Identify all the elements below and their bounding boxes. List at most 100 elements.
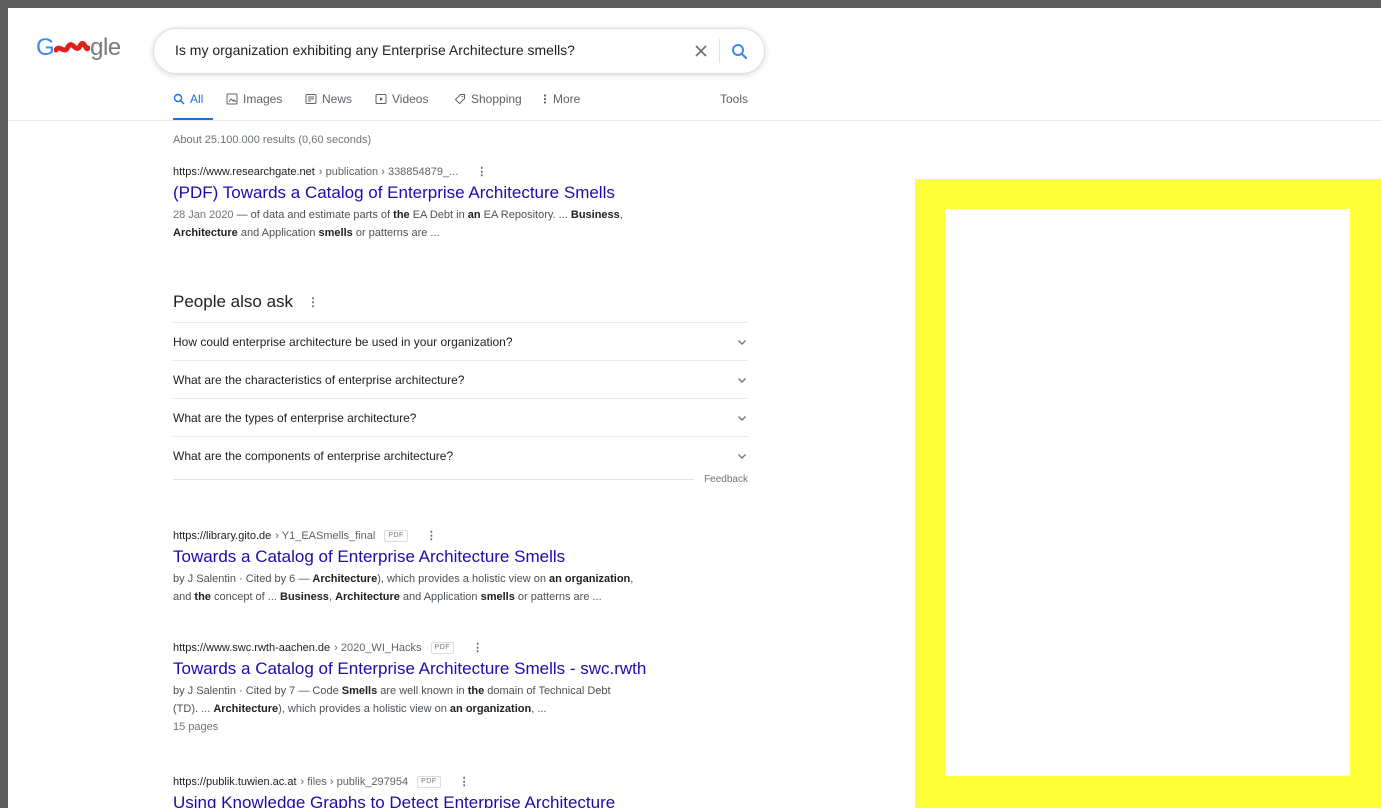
close-icon: [695, 45, 707, 57]
tab-more[interactable]: More: [542, 92, 580, 118]
clear-search-button[interactable]: [689, 39, 713, 63]
snippet-text: EA Debt in: [409, 209, 468, 221]
result-url[interactable]: https://www.swc.rwth-aachen.de › 2020_WI…: [173, 641, 733, 654]
blank-panel: [945, 209, 1350, 776]
pdf-badge: PDF: [417, 775, 441, 788]
result-domain: https://library.gito.de: [173, 529, 272, 542]
search-icon: [173, 93, 185, 105]
search-result: https://library.gito.de › Y1_EASmells_fi…: [173, 529, 733, 606]
paa-question-text: What are the characteristics of enterpri…: [173, 372, 465, 387]
result-path: › 2020_WI_Hacks: [334, 641, 422, 654]
snippet-bold: the: [194, 591, 211, 603]
pdf-badge: PDF: [430, 641, 455, 654]
paa-question[interactable]: How could enterprise architecture be use…: [173, 322, 748, 360]
result-url[interactable]: https://library.gito.de › Y1_EASmells_fi…: [173, 529, 733, 542]
search-input[interactable]: Is my organization exhibiting any Enterp…: [175, 42, 575, 58]
snippet-text: by J Salentin · Cited by 7 — Code: [173, 685, 342, 697]
more-options-icon[interactable]: ⋮: [307, 295, 319, 309]
snippet-text: and Application: [399, 591, 481, 603]
tab-label: Images: [243, 92, 283, 106]
google-logo[interactable]: Ggle: [36, 34, 121, 62]
search-result: https://www.researchgate.net › publicati…: [173, 165, 733, 242]
header-divider: [8, 120, 1381, 121]
snippet-text: domain of Technical Debt: [484, 685, 611, 697]
result-path: › publication › 338854879_...: [318, 165, 459, 178]
chevron-down-icon: [738, 377, 746, 383]
tab-all[interactable]: All: [173, 92, 213, 121]
result-title[interactable]: (PDF) Towards a Catalog of Enterprise Ar…: [173, 182, 733, 204]
result-domain: https://publik.tuwien.ac.at: [173, 775, 297, 788]
search-box[interactable]: Is my organization exhibiting any Enterp…: [153, 28, 765, 74]
result-title[interactable]: Towards a Catalog of Enterprise Architec…: [173, 546, 733, 568]
result-path: › files › publik_297954: [300, 775, 409, 788]
result-url[interactable]: https://publik.tuwien.ac.at › files › pu…: [173, 775, 733, 788]
more-options-icon[interactable]: ⋮: [472, 641, 483, 654]
snippet-bold: Business: [280, 591, 329, 603]
chevron-down-icon: [738, 415, 746, 421]
snippet-text: ), which provides a holistic view on: [278, 703, 450, 715]
page-count: 15 pages: [173, 721, 219, 733]
search-result: https://publik.tuwien.ac.at › files › pu…: [173, 775, 733, 808]
people-also-ask-heading: People also ask ⋮: [173, 292, 319, 312]
snippet-text: and: [173, 591, 195, 603]
tab-label: Shopping: [471, 92, 522, 106]
snippet-bold: smells: [318, 227, 353, 239]
search-icon: [732, 44, 748, 60]
snippet-bold: the: [467, 685, 485, 697]
tab-label: News: [322, 92, 353, 106]
snippet-text: ), which provides a holistic view on: [377, 573, 549, 585]
tab-news[interactable]: News: [305, 92, 352, 118]
tab-images[interactable]: Images: [226, 92, 282, 118]
people-also-ask: How could enterprise architecture be use…: [173, 322, 748, 474]
result-domain: https://www.swc.rwth-aachen.de: [173, 641, 331, 654]
feedback-link[interactable]: Feedback: [704, 474, 748, 485]
snippet-text: (TD). ...: [173, 703, 214, 715]
highlight-frame: [915, 179, 1381, 808]
result-date: 28 Jan 2020: [173, 209, 234, 221]
chevron-down-icon: [738, 453, 746, 459]
snippet-bold: Smells: [341, 685, 378, 697]
snippet-bold: Architecture: [335, 591, 400, 603]
result-snippet: by J Salentin · Cited by 7 — Code Smells…: [173, 682, 733, 736]
snippet-bold: an: [467, 209, 481, 221]
tab-label: More: [553, 92, 581, 106]
snippet-bold: the: [393, 209, 410, 221]
paa-question[interactable]: What are the components of enterprise ar…: [173, 436, 748, 474]
snippet-bold: Architecture: [312, 573, 378, 585]
feedback-divider: [173, 479, 695, 480]
result-title[interactable]: Towards a Catalog of Enterprise Architec…: [173, 658, 733, 680]
paa-title: People also ask: [173, 292, 294, 311]
snippet-text: ,: [619, 209, 623, 221]
paa-question[interactable]: What are the characteristics of enterpri…: [173, 360, 748, 398]
snippet-text: or patterns are ...: [352, 227, 440, 239]
snippet-bold: Architecture: [213, 703, 279, 715]
feedback-row: Feedback: [173, 474, 748, 485]
snippet-bold: Architecture: [173, 227, 238, 239]
result-url[interactable]: https://www.researchgate.net › publicati…: [173, 165, 733, 179]
snippet-text: by J Salentin · Cited by 6 —: [173, 573, 313, 585]
tab-videos[interactable]: Videos: [375, 92, 428, 118]
paa-question-text: How could enterprise architecture be use…: [173, 334, 513, 349]
more-options-icon[interactable]: ⋮: [426, 529, 437, 542]
tag-icon: [454, 94, 465, 105]
snippet-text: or patterns are ...: [514, 591, 602, 603]
image-icon: [226, 93, 238, 105]
paa-question[interactable]: What are the types of enterprise archite…: [173, 398, 748, 436]
snippet-text: are well known in: [377, 685, 468, 697]
result-title[interactable]: Using Knowledge Graphs to Detect Enterpr…: [173, 792, 733, 808]
logo-letter: G: [36, 34, 55, 61]
red-scribble-icon: [54, 40, 91, 53]
snippet-text: EA Repository. ...: [480, 209, 571, 221]
result-path: › Y1_EASmells_final: [275, 529, 376, 542]
tools-button[interactable]: Tools: [720, 92, 748, 106]
result-snippet: 28 Jan 2020 — of data and estimate parts…: [173, 206, 733, 242]
more-options-icon[interactable]: ⋮: [476, 165, 487, 178]
news-icon: [305, 94, 317, 104]
more-options-icon[interactable]: ⋮: [459, 775, 470, 788]
result-domain: https://www.researchgate.net: [173, 165, 315, 178]
result-snippet: by J Salentin · Cited by 6 — Architectur…: [173, 570, 733, 606]
tab-shopping[interactable]: Shopping: [454, 92, 522, 118]
snippet-text: ,: [630, 573, 634, 585]
search-button[interactable]: [727, 39, 751, 63]
snippet-bold: Business: [570, 209, 620, 221]
